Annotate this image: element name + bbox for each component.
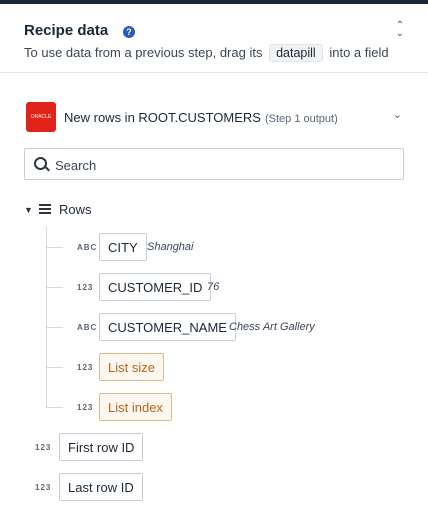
caret-down-icon[interactable]: ▼	[24, 205, 33, 215]
tree-connector	[47, 287, 63, 288]
datapill-list-size[interactable]: List size	[99, 353, 164, 381]
step-title-text: New rows in ROOT.CUSTOMERS	[64, 110, 261, 125]
datapill-list-index[interactable]: List index	[99, 393, 172, 421]
text-type-icon: ABC	[77, 323, 98, 332]
sample-value: Shanghai	[147, 241, 194, 253]
expand-collapse-icon[interactable]: ⌃ ⌄	[393, 21, 407, 40]
number-type-icon: 123	[77, 403, 94, 412]
tree-root-label[interactable]: Rows	[59, 202, 92, 217]
datapill-customer-name[interactable]: CUSTOMER_NAME	[99, 313, 236, 341]
tree-connector	[47, 367, 63, 368]
question-circle-icon[interactable]: ?	[123, 26, 135, 38]
step-title: New rows in ROOT.CUSTOMERS (Step 1 output…	[64, 110, 338, 125]
search-field[interactable]	[24, 148, 404, 180]
text-type-icon: ABC	[77, 243, 98, 252]
subtitle-text-end: into a field	[329, 45, 389, 60]
datapill-example: datapill	[269, 44, 323, 62]
number-type-icon: 123	[77, 283, 94, 292]
tree-connector	[47, 407, 63, 408]
datapill-last-row-id[interactable]: Last row ID	[59, 473, 143, 501]
step-output-header[interactable]: ORACLE New rows in ROOT.CUSTOMERS (Step 1…	[24, 100, 408, 136]
datapill-customer-id[interactable]: CUSTOMER_ID	[99, 273, 212, 301]
subtitle-text: To use data from a previous step, drag i…	[24, 45, 263, 60]
datapill-city[interactable]: CITY	[99, 233, 147, 261]
number-type-icon: 123	[35, 483, 52, 492]
datapill-first-row-id[interactable]: First row ID	[59, 433, 144, 461]
step-subtitle: (Step 1 output)	[264, 113, 338, 125]
sample-value: 76	[207, 281, 220, 293]
panel-header: Recipe data ? ⌃ ⌄ To use data from a prev…	[0, 4, 428, 73]
oracle-logo: ORACLE	[26, 102, 56, 132]
chevron-down-icon[interactable]: ⌄	[393, 108, 402, 121]
search-icon	[34, 157, 47, 170]
tree-guide-line	[46, 226, 47, 408]
tree-connector	[47, 327, 63, 328]
list-icon	[39, 204, 51, 215]
panel-subtitle: To use data from a previous step, drag i…	[24, 44, 389, 62]
sample-value: Chess Art Gallery	[229, 321, 315, 333]
tree-connector	[47, 247, 63, 248]
number-type-icon: 123	[35, 443, 52, 452]
search-input[interactable]	[53, 154, 397, 176]
panel-title: Recipe data	[24, 22, 109, 39]
number-type-icon: 123	[77, 363, 94, 372]
